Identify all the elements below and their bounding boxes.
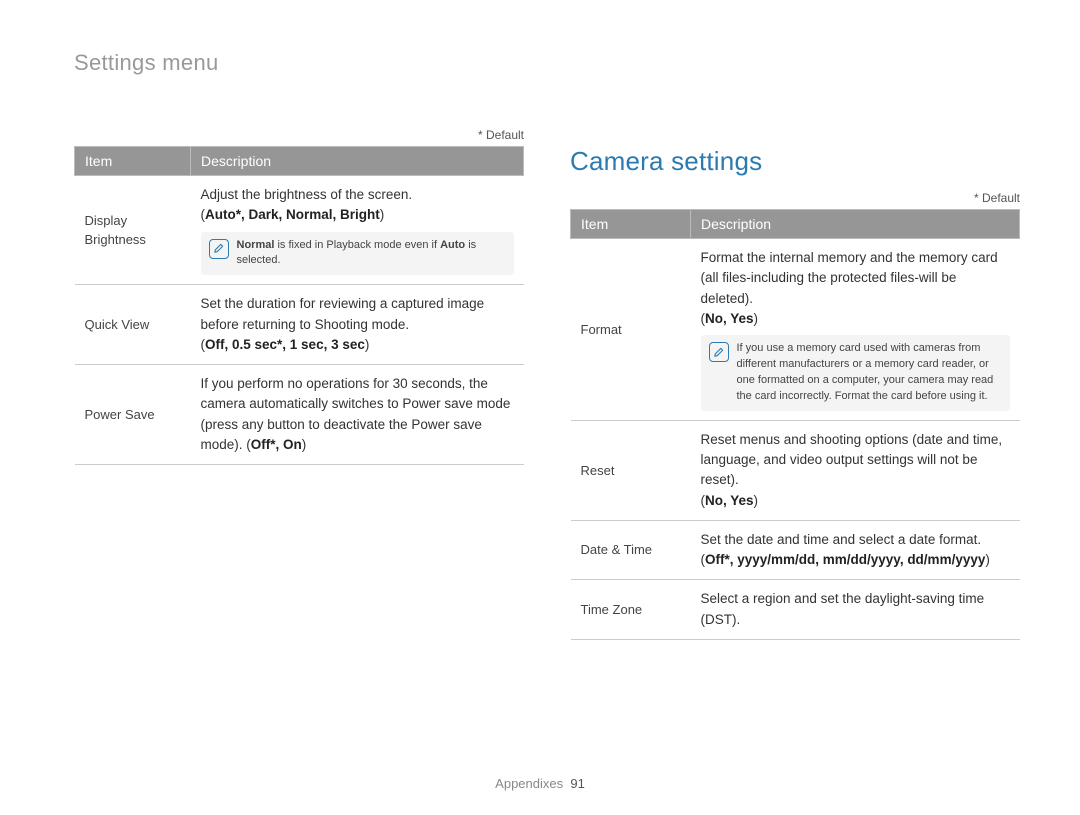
item-label: Power Save bbox=[75, 365, 191, 465]
note-icon bbox=[709, 342, 729, 362]
default-label-right: * Default bbox=[570, 191, 1020, 205]
camera-settings-table: Item Description Format Format the inter… bbox=[570, 209, 1020, 640]
page-number: 91 bbox=[570, 776, 584, 791]
page-footer: Appendixes 91 bbox=[0, 776, 1080, 791]
page-title: Settings menu bbox=[74, 50, 219, 76]
note-text: Normal is fixed in Playback mode even if… bbox=[237, 238, 506, 270]
note-box: Normal is fixed in Playback mode even if… bbox=[201, 232, 514, 276]
display-settings-table: Item Description Display Brightness Adju… bbox=[74, 146, 524, 465]
default-label-left: * Default bbox=[74, 128, 524, 142]
section-heading: Camera settings bbox=[570, 146, 1020, 177]
desc-text: Reset menus and shooting options (date a… bbox=[701, 432, 1003, 488]
col-header-item: Item bbox=[571, 210, 691, 239]
options-wrap: (Auto*, Dark, Normal, Bright) bbox=[201, 207, 385, 222]
table-row: Time Zone Select a region and set the da… bbox=[571, 580, 1020, 640]
options-wrap: (No, Yes) bbox=[701, 311, 759, 326]
item-description: Reset menus and shooting options (date a… bbox=[691, 420, 1020, 520]
item-label: Format bbox=[571, 239, 691, 421]
left-column: * Default Item Description Display Brigh… bbox=[74, 128, 524, 640]
item-description: Set the duration for reviewing a capture… bbox=[191, 285, 524, 365]
item-label: Time Zone bbox=[571, 580, 691, 640]
table-row: Date & Time Set the date and time and se… bbox=[571, 520, 1020, 580]
table-row: Power Save If you perform no operations … bbox=[75, 365, 524, 465]
item-description: Set the date and time and select a date … bbox=[691, 520, 1020, 580]
note-icon bbox=[209, 239, 229, 259]
content-columns: * Default Item Description Display Brigh… bbox=[74, 128, 1020, 640]
col-header-description: Description bbox=[191, 147, 524, 176]
note-text: If you use a memory card used with camer… bbox=[737, 341, 1002, 405]
desc-text: Set the duration for reviewing a capture… bbox=[201, 296, 485, 331]
desc-text: Set the date and time and select a date … bbox=[701, 532, 982, 547]
item-description: Adjust the brightness of the screen. (Au… bbox=[191, 176, 524, 285]
item-label: Display Brightness bbox=[75, 176, 191, 285]
table-row: Reset Reset menus and shooting options (… bbox=[571, 420, 1020, 520]
footer-label: Appendixes bbox=[495, 776, 563, 791]
col-header-item: Item bbox=[75, 147, 191, 176]
item-label: Quick View bbox=[75, 285, 191, 365]
desc-text: Format the internal memory and the memor… bbox=[701, 250, 998, 306]
options-wrap: (Off*, yyyy/mm/dd, mm/dd/yyyy, dd/mm/yyy… bbox=[701, 552, 990, 567]
desc-text: If you perform no operations for 30 seco… bbox=[201, 376, 511, 452]
item-label: Reset bbox=[571, 420, 691, 520]
table-row: Display Brightness Adjust the brightness… bbox=[75, 176, 524, 285]
item-description: Format the internal memory and the memor… bbox=[691, 239, 1020, 421]
item-label: Date & Time bbox=[571, 520, 691, 580]
desc-text: Adjust the brightness of the screen. bbox=[201, 187, 413, 202]
table-row: Quick View Set the duration for reviewin… bbox=[75, 285, 524, 365]
desc-text: Select a region and set the daylight-sav… bbox=[701, 591, 985, 626]
right-column: Camera settings * Default Item Descripti… bbox=[570, 128, 1020, 640]
item-description: Select a region and set the daylight-sav… bbox=[691, 580, 1020, 640]
options-wrap: (No, Yes) bbox=[701, 493, 759, 508]
item-description: If you perform no operations for 30 seco… bbox=[191, 365, 524, 465]
note-box: If you use a memory card used with camer… bbox=[701, 335, 1010, 411]
table-row: Format Format the internal memory and th… bbox=[571, 239, 1020, 421]
col-header-description: Description bbox=[691, 210, 1020, 239]
options-wrap: (Off, 0.5 sec*, 1 sec, 3 sec) bbox=[201, 337, 370, 352]
